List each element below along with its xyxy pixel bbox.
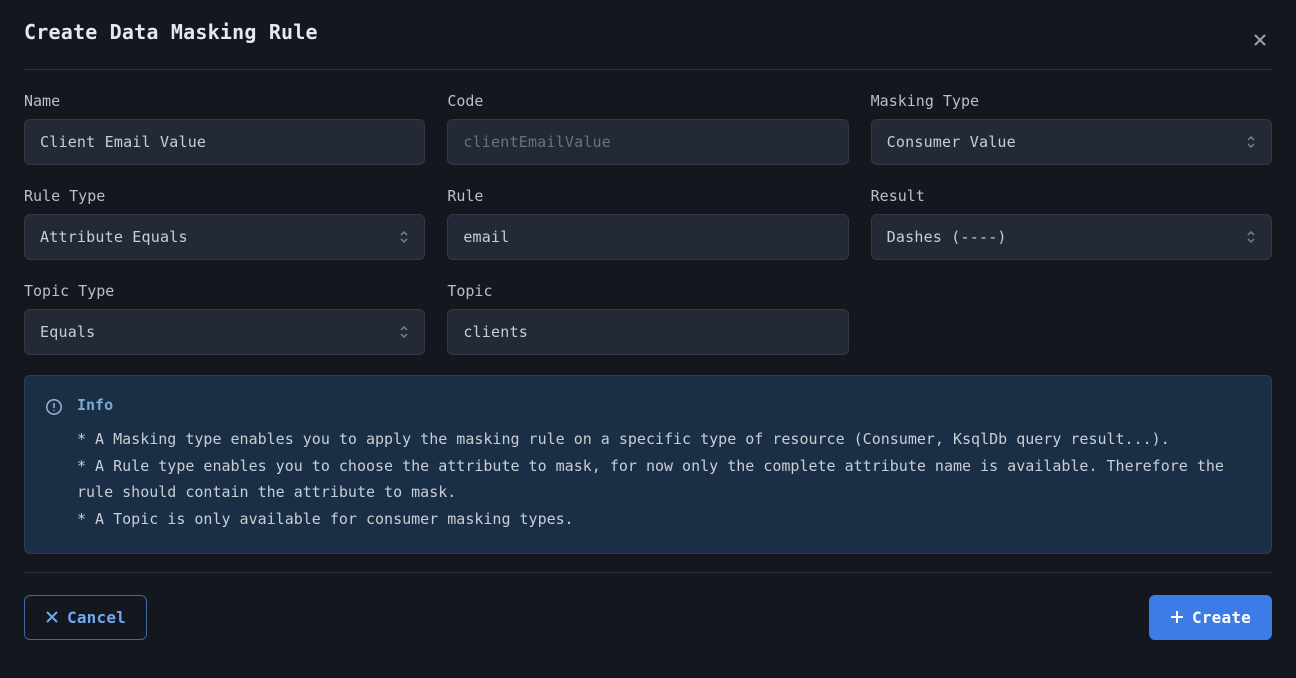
masking-type-value: Consumer Value (887, 133, 1016, 151)
topic-type-select[interactable]: Equals (24, 309, 425, 355)
close-icon (45, 610, 59, 624)
code-label: Code (447, 92, 848, 110)
create-masking-rule-dialog: Create Data Masking Rule Name Code Maski… (0, 0, 1296, 652)
topic-type-value: Equals (40, 323, 95, 341)
chevron-up-down-icon (1246, 230, 1256, 244)
field-topic-type: Topic Type Equals (24, 282, 425, 355)
chevron-up-down-icon (1246, 135, 1256, 149)
info-title: Info (77, 396, 1247, 414)
topic-input[interactable] (463, 323, 832, 341)
info-content: Info * A Masking type enables you to app… (77, 396, 1247, 533)
field-rule: Rule (447, 187, 848, 260)
create-button-label: Create (1192, 608, 1251, 627)
rule-type-value: Attribute Equals (40, 228, 188, 246)
rule-type-label: Rule Type (24, 187, 425, 205)
dialog-title: Create Data Masking Rule (24, 20, 318, 44)
field-result: Result Dashes (----) (871, 187, 1272, 260)
result-label: Result (871, 187, 1272, 205)
field-code: Code (447, 92, 848, 165)
field-rule-type: Rule Type Attribute Equals (24, 187, 425, 260)
result-value: Dashes (----) (887, 228, 1007, 246)
code-input-wrapper (447, 119, 848, 165)
rule-input-wrapper (447, 214, 848, 260)
info-icon (45, 396, 63, 533)
dialog-header: Create Data Masking Rule (24, 20, 1272, 70)
plus-icon (1170, 610, 1184, 624)
create-button[interactable]: Create (1149, 595, 1272, 640)
field-masking-type: Masking Type Consumer Value (871, 92, 1272, 165)
field-name: Name (24, 92, 425, 165)
close-button[interactable] (1248, 28, 1272, 55)
rule-input[interactable] (463, 228, 832, 246)
cancel-button-label: Cancel (67, 608, 126, 627)
field-topic: Topic (447, 282, 848, 355)
info-panel: Info * A Masking type enables you to app… (24, 375, 1272, 554)
rule-label: Rule (447, 187, 848, 205)
name-input-wrapper (24, 119, 425, 165)
topic-label: Topic (447, 282, 848, 300)
form-grid: Name Code Masking Type Consumer Value Ru… (24, 92, 1272, 355)
masking-type-select[interactable]: Consumer Value (871, 119, 1272, 165)
cancel-button[interactable]: Cancel (24, 595, 147, 640)
code-input[interactable] (463, 133, 832, 151)
name-label: Name (24, 92, 425, 110)
rule-type-select[interactable]: Attribute Equals (24, 214, 425, 260)
dialog-footer: Cancel Create (24, 572, 1272, 640)
chevron-up-down-icon (399, 325, 409, 339)
info-text: * A Masking type enables you to apply th… (77, 426, 1247, 533)
chevron-up-down-icon (399, 230, 409, 244)
masking-type-label: Masking Type (871, 92, 1272, 110)
close-icon (1252, 32, 1268, 51)
name-input[interactable] (40, 133, 409, 151)
topic-input-wrapper (447, 309, 848, 355)
result-select[interactable]: Dashes (----) (871, 214, 1272, 260)
topic-type-label: Topic Type (24, 282, 425, 300)
